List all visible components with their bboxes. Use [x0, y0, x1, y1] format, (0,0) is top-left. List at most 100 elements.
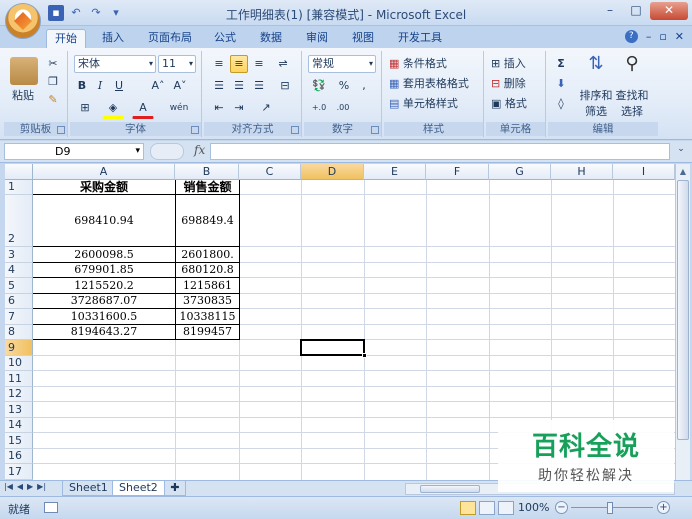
sheet-tab-sheet1[interactable]: Sheet1: [62, 481, 115, 496]
fill-handle[interactable]: [362, 353, 367, 358]
column-header-i[interactable]: I: [613, 164, 675, 180]
cut-icon[interactable]: ✂: [44, 55, 62, 73]
align-middle-icon[interactable]: ≡: [230, 55, 248, 73]
cell-a8[interactable]: 8194643.27: [33, 325, 175, 339]
font-name-select[interactable]: 宋体 ▾: [74, 55, 156, 73]
tab-insert[interactable]: 插入: [94, 29, 132, 48]
active-cell-d9[interactable]: [300, 339, 367, 358]
row-header[interactable]: 6: [5, 294, 33, 309]
macro-record-icon[interactable]: [44, 502, 58, 513]
row-header[interactable]: 1: [5, 180, 33, 195]
select-all-button[interactable]: [5, 164, 33, 180]
underline-button[interactable]: U: [110, 77, 128, 95]
office-button[interactable]: [5, 3, 41, 39]
cell-a6[interactable]: 3728687.07: [33, 294, 175, 308]
clipboard-launcher-icon[interactable]: [57, 126, 65, 134]
font-launcher-icon[interactable]: [191, 126, 199, 134]
cell-b5[interactable]: 1215861: [176, 278, 239, 293]
row-header[interactable]: 15: [5, 433, 33, 449]
scroll-up-icon[interactable]: ▲: [676, 164, 690, 179]
increase-decimal-icon[interactable]: +.0: [308, 99, 330, 117]
last-sheet-icon[interactable]: ▶|: [37, 482, 46, 491]
name-box[interactable]: D9 ▾: [4, 143, 144, 160]
comma-button[interactable]: ,: [356, 77, 372, 95]
cell-a1[interactable]: 采购金额: [33, 180, 175, 194]
format-as-table-button[interactable]: ▦ 套用表格格式: [388, 75, 480, 93]
cell-a5[interactable]: 1215520.2: [33, 278, 175, 293]
conditional-format-button[interactable]: ▦ 条件格式: [388, 55, 480, 73]
font-color-icon[interactable]: A: [132, 99, 154, 119]
find-select-icon[interactable]: ⚲: [620, 55, 644, 73]
number-format-select[interactable]: 常规 ▾: [308, 55, 376, 73]
zoom-out-icon[interactable]: −: [555, 501, 568, 514]
zoom-in-icon[interactable]: +: [657, 501, 670, 514]
zoom-slider-thumb[interactable]: [607, 502, 613, 514]
column-header-h[interactable]: H: [551, 164, 613, 180]
close-button[interactable]: ✕: [650, 2, 688, 20]
row-header[interactable]: 10: [5, 356, 33, 371]
accounting-format-icon[interactable]: 💱: [308, 77, 330, 95]
row-header[interactable]: 17: [5, 464, 33, 480]
tab-developer[interactable]: 开发工具: [390, 29, 450, 48]
cell-b8[interactable]: 8199457: [176, 325, 239, 339]
tab-view[interactable]: 视图: [344, 29, 382, 48]
alignment-launcher-icon[interactable]: [291, 126, 299, 134]
cell-a4[interactable]: 679901.85: [33, 263, 175, 277]
fill-color-icon[interactable]: ◈: [102, 99, 124, 119]
grow-font-button[interactable]: A˄: [148, 77, 168, 95]
clear-icon[interactable]: ◊: [552, 95, 570, 113]
ribbon-minimize-button[interactable]: –: [646, 30, 652, 43]
column-header-c[interactable]: C: [239, 164, 301, 180]
cell-a3[interactable]: 2600098.5: [33, 247, 175, 262]
column-header-b[interactable]: B: [175, 164, 239, 180]
cell-a2[interactable]: 698410.94: [33, 195, 175, 246]
row-header[interactable]: 12: [5, 387, 33, 402]
row-header[interactable]: 5: [5, 278, 33, 294]
wrap-text-icon[interactable]: ⇌: [274, 55, 292, 73]
shrink-font-button[interactable]: A˅: [170, 77, 190, 95]
horizontal-scroll-thumb[interactable]: [420, 485, 480, 493]
cell-b4[interactable]: 680120.8: [176, 263, 239, 277]
insert-cells-button[interactable]: ⊞ 插入: [490, 55, 544, 73]
row-header[interactable]: 16: [5, 449, 33, 464]
row-header[interactable]: 13: [5, 402, 33, 418]
phonetic-button[interactable]: wén: [166, 99, 192, 117]
align-right-icon[interactable]: ☰: [250, 77, 268, 95]
tab-data[interactable]: 数据: [252, 29, 290, 48]
formula-cancel-button[interactable]: [150, 143, 184, 160]
first-sheet-icon[interactable]: |◀: [4, 482, 13, 491]
ribbon-close-button[interactable]: ✕: [675, 30, 684, 43]
find-select-button[interactable]: 查找和 选择: [614, 87, 650, 121]
maximize-button[interactable]: □: [624, 2, 648, 20]
column-header-f[interactable]: F: [426, 164, 489, 180]
align-left-icon[interactable]: ☰: [210, 77, 228, 95]
formula-input[interactable]: [210, 143, 670, 160]
sheet-tab-sheet2[interactable]: Sheet2: [112, 481, 165, 496]
column-header-a[interactable]: A: [33, 164, 175, 180]
row-header[interactable]: 14: [5, 418, 33, 433]
decrease-decimal-icon[interactable]: .00: [332, 99, 354, 117]
normal-view-icon[interactable]: [460, 501, 476, 515]
paste-icon[interactable]: [10, 57, 38, 85]
increase-indent-icon[interactable]: ⇥: [230, 99, 248, 117]
next-sheet-icon[interactable]: ▶: [27, 482, 33, 491]
percent-button[interactable]: %: [336, 77, 352, 95]
cell-b6[interactable]: 3730835: [176, 294, 239, 308]
insert-function-button[interactable]: fx: [194, 143, 205, 157]
align-center-icon[interactable]: ☰: [230, 77, 248, 95]
row-header[interactable]: 8: [5, 325, 33, 340]
autosum-button[interactable]: Σ: [552, 55, 570, 73]
row-header[interactable]: 2: [5, 195, 33, 247]
number-launcher-icon[interactable]: [371, 126, 379, 134]
cell-a7[interactable]: 10331600.5: [33, 309, 175, 324]
tab-page-layout[interactable]: 页面布局: [140, 29, 200, 48]
cell-b3[interactable]: 2601800.: [176, 247, 239, 262]
ribbon-restore-button[interactable]: ▫: [659, 30, 666, 43]
vertical-scroll-thumb[interactable]: [677, 180, 689, 440]
orientation-icon[interactable]: ↗: [254, 99, 278, 117]
tab-home[interactable]: 开始: [46, 29, 86, 48]
format-cells-button[interactable]: ▣ 格式: [490, 95, 544, 113]
expand-formula-icon[interactable]: ⌄: [674, 144, 688, 159]
page-layout-view-icon[interactable]: [479, 501, 495, 515]
row-header[interactable]: 7: [5, 309, 33, 325]
